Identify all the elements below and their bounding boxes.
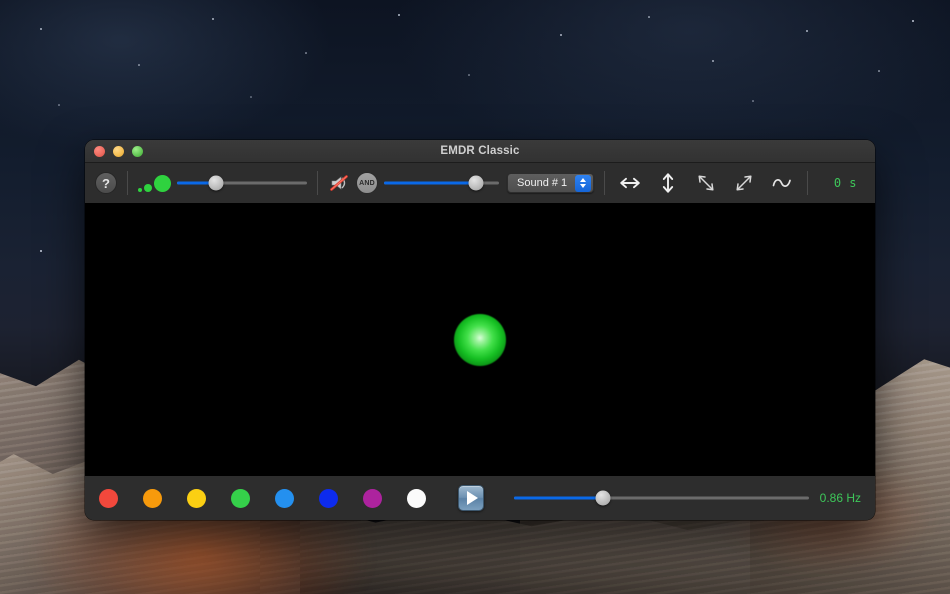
sound-select[interactable]: Sound # 1 [507,173,595,193]
toolbar-divider-3 [604,171,606,195]
diagonal-down-motion-icon[interactable] [695,172,717,194]
vertical-motion-icon[interactable] [657,172,679,194]
play-icon [467,491,478,505]
volume-slider[interactable] [384,173,499,193]
toolbar-divider-1 [127,171,128,195]
desktop-background: EMDR Classic ? AND Sound # 1 0 s 0.86 Hz [0,0,950,594]
chevron-updown-icon[interactable] [575,174,592,192]
frequency-readout: 0.86 Hz [819,491,861,505]
ball-size-indicator-icon [138,173,171,193]
toolbar: ? AND Sound # 1 0 s [85,163,875,203]
and-toggle-button[interactable]: AND [356,172,378,194]
speaker-muted-icon[interactable] [328,172,350,194]
ball-size-slider[interactable] [177,173,307,193]
speed-slider-wrap [514,488,809,508]
minimize-button[interactable] [113,145,124,157]
zoom-button[interactable] [132,145,143,157]
color-swatch-magenta[interactable] [363,488,382,508]
color-swatch-orange[interactable] [143,488,162,508]
toolbar-divider-2 [317,171,318,195]
sound-select-label: Sound # 1 [517,177,568,189]
window-titlebar[interactable]: EMDR Classic [85,140,875,163]
color-swatch-green[interactable] [231,488,250,508]
app-window: EMDR Classic ? AND Sound # 1 0 s 0.86 Hz [85,140,875,520]
play-button[interactable] [458,485,484,511]
bottom-toolbar: 0.86 Hz [85,476,875,520]
color-swatch-white[interactable] [407,488,426,508]
animation-stage[interactable] [85,203,875,476]
close-button[interactable] [94,145,105,157]
moving-ball [454,313,506,366]
color-swatch-red[interactable] [99,488,118,508]
color-swatch-lightblue[interactable] [275,488,294,508]
color-swatch-group [99,488,426,508]
window-controls [94,145,143,157]
help-button[interactable]: ? [95,172,117,194]
toolbar-divider-4 [807,171,809,195]
window-title: EMDR Classic [440,145,520,157]
horizontal-motion-icon[interactable] [619,172,641,194]
wave-motion-icon[interactable] [771,172,793,194]
color-swatch-blue[interactable] [319,488,338,508]
session-timer: 0 s [833,176,857,190]
speed-slider[interactable] [514,488,809,508]
direction-button-group [619,172,793,194]
color-swatch-yellow[interactable] [187,488,206,508]
diagonal-up-motion-icon[interactable] [733,172,755,194]
